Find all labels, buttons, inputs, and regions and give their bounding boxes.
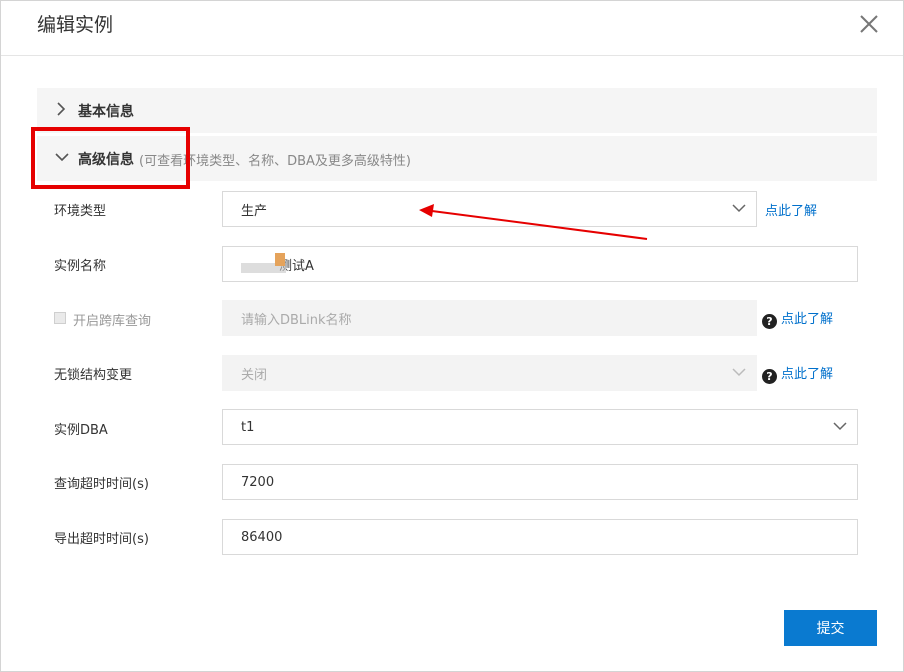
dba-select[interactable]: t1 xyxy=(222,409,858,445)
instance-name-label: 实例名称 xyxy=(54,259,107,274)
chevron-right-icon xyxy=(55,101,67,117)
env-type-label: 环境类型 xyxy=(54,204,107,219)
question-circle-icon: ? xyxy=(762,314,777,329)
lockless-help-text: 点此了解 xyxy=(781,367,834,382)
env-type-help-link[interactable]: 点此了解 xyxy=(765,200,817,219)
dialog-title: 编辑实例 xyxy=(37,14,114,36)
annotation-highlight-box xyxy=(31,127,190,189)
edit-instance-dialog: 编辑实例 基本信息 高级信息 (可查看环境类型、名称、DBA及更多高级特性) 环… xyxy=(0,0,904,672)
question-circle-icon: ? xyxy=(762,369,777,384)
env-type-value: 生产 xyxy=(241,203,268,219)
env-type-select[interactable]: 生产 xyxy=(222,191,757,227)
dba-value: t1 xyxy=(241,419,255,435)
query-timeout-label: 查询超时时间(s) xyxy=(54,477,149,492)
instance-name-input[interactable]: 测试A xyxy=(222,246,858,282)
cross-db-help-link[interactable]: ? 点此了解 xyxy=(762,308,833,329)
export-timeout-value: 86400 xyxy=(241,529,283,545)
redaction-mark xyxy=(275,253,285,266)
query-timeout-value: 7200 xyxy=(241,474,275,490)
lockless-value: 关闭 xyxy=(241,367,268,383)
section-basic-title: 基本信息 xyxy=(78,104,134,120)
export-timeout-input[interactable]: 86400 xyxy=(222,519,858,555)
dblink-placeholder: 请输入DBLink名称 xyxy=(241,312,352,328)
chevron-down-icon xyxy=(732,366,746,378)
lockless-select[interactable]: 关闭 xyxy=(222,355,757,391)
chevron-down-icon xyxy=(732,202,746,214)
submit-button[interactable]: 提交 xyxy=(784,610,877,646)
dblink-input[interactable]: 请输入DBLink名称 xyxy=(222,300,757,336)
query-timeout-input[interactable]: 7200 xyxy=(222,464,858,500)
chevron-down-icon xyxy=(833,420,847,432)
dialog-header: 编辑实例 xyxy=(1,1,903,56)
lockless-label: 无锁结构变更 xyxy=(54,368,133,383)
lockless-help-link[interactable]: ? 点此了解 xyxy=(762,363,833,384)
cross-db-label: 开启跨库查询 xyxy=(73,314,152,329)
close-icon[interactable] xyxy=(856,11,882,37)
cross-db-checkbox[interactable] xyxy=(54,312,66,324)
export-timeout-label: 导出超时时间(s) xyxy=(54,532,149,547)
dba-label: 实例DBA xyxy=(54,423,108,438)
cross-db-help-text: 点此了解 xyxy=(781,312,834,327)
